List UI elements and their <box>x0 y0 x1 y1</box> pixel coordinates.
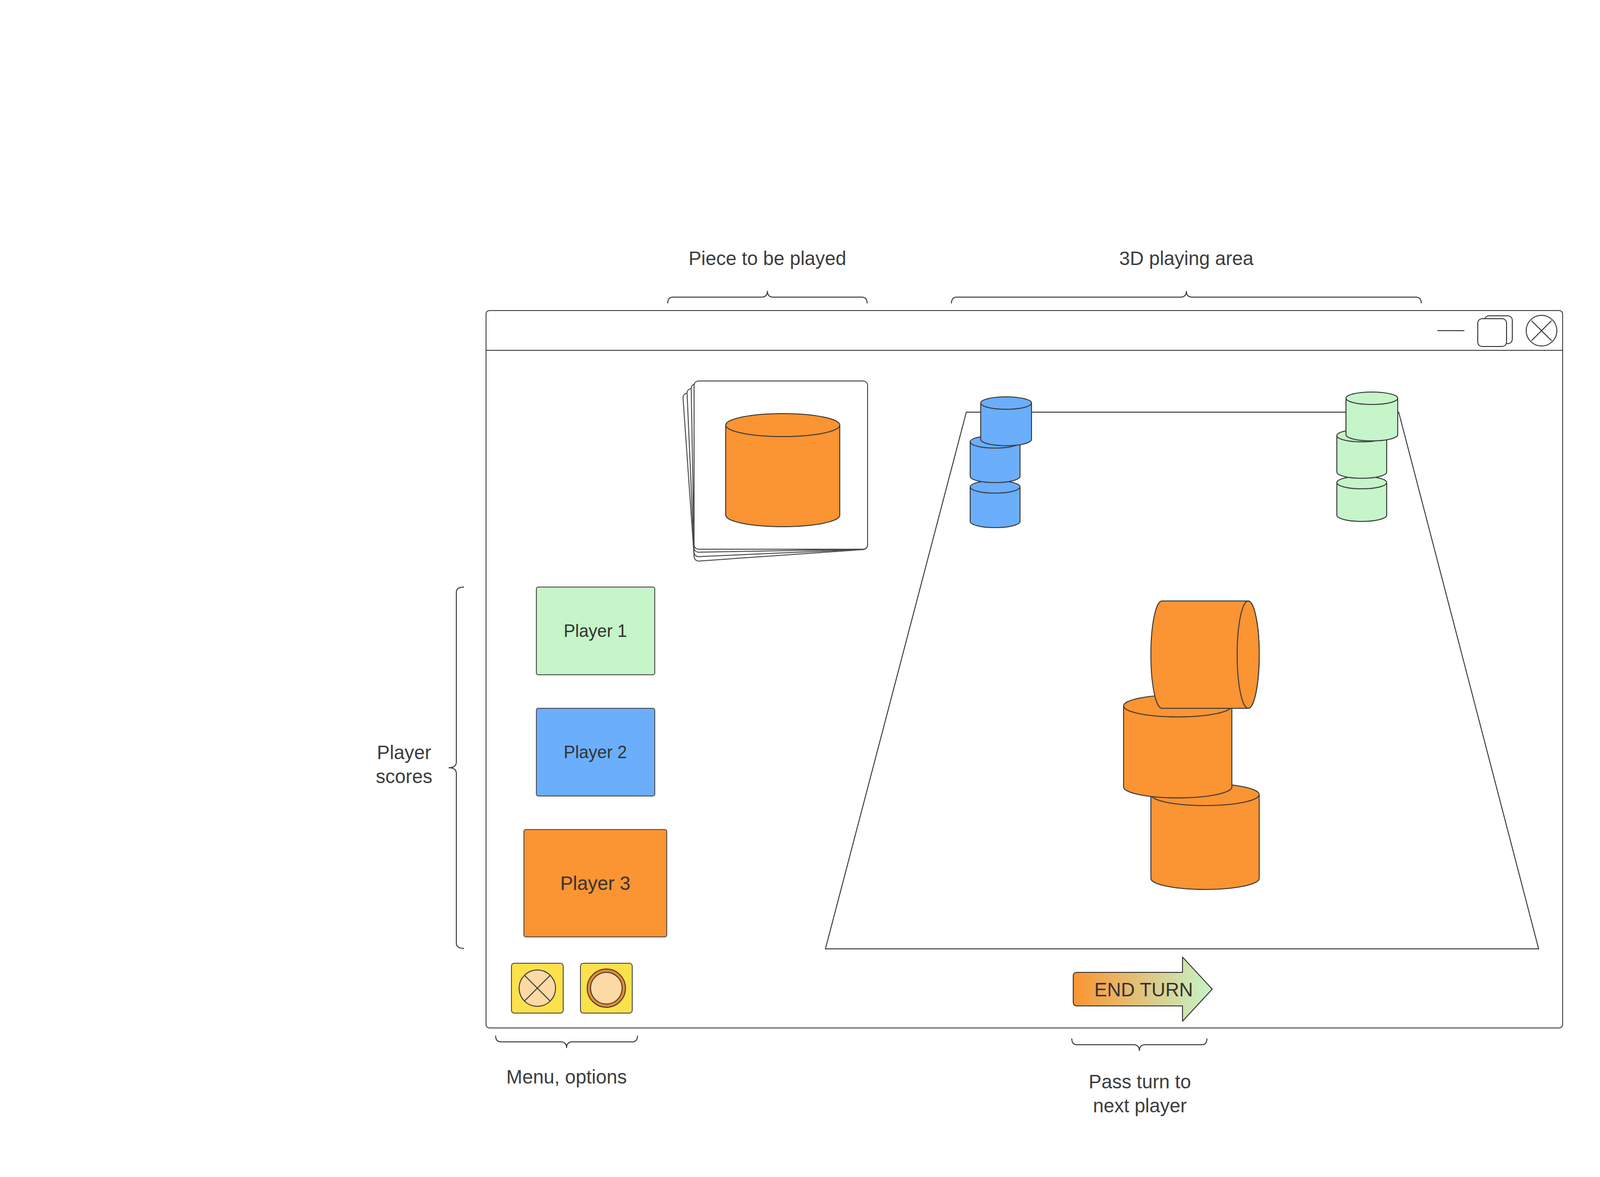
player-card: Player 2 <box>535 707 656 797</box>
game-area: Player 1 Player 2 Player 3 END TURN <box>486 350 1563 1028</box>
title-bar <box>486 311 1563 351</box>
area-annotation: 3D playing area <box>950 246 1422 271</box>
player-scores: Player 1 Player 2 Player 3 <box>523 586 668 938</box>
cylinder-piece-icon <box>1335 475 1389 523</box>
piece-card-deck <box>693 380 869 550</box>
pass-annotation: Pass turn to next player <box>1072 1069 1207 1118</box>
close-icon <box>1524 313 1559 348</box>
pass-brace <box>1071 1038 1208 1052</box>
close-button[interactable] <box>1524 313 1559 348</box>
quit-button[interactable] <box>510 962 564 1014</box>
minimize-icon <box>1436 316 1466 346</box>
game-piece[interactable] <box>1344 390 1400 443</box>
cylinder-piece-icon <box>968 479 1022 530</box>
game-piece[interactable] <box>1149 599 1261 710</box>
menu-options <box>510 962 633 1014</box>
piece-brace <box>667 290 868 304</box>
close-circle-icon <box>517 968 558 1009</box>
game-piece[interactable] <box>1149 782 1261 892</box>
cylinder-piece-icon <box>724 412 842 529</box>
player-score[interactable]: Player 3 <box>523 829 668 938</box>
player-name: Player 1 <box>563 618 627 645</box>
cylinder-piece-icon <box>1122 693 1234 800</box>
restore-icon <box>1475 313 1515 348</box>
area-brace <box>950 290 1422 304</box>
record-circle-icon <box>585 967 628 1010</box>
cylinder-piece-icon <box>1149 599 1261 710</box>
scores-brace <box>448 586 465 950</box>
end-turn-label: END TURN <box>1078 972 1209 1008</box>
game-piece[interactable] <box>979 395 1033 448</box>
player-name: Player 2 <box>563 739 627 766</box>
player-score[interactable]: Player 1 <box>535 586 656 676</box>
cylinder-piece-icon <box>979 395 1033 448</box>
menu-brace <box>495 1035 638 1049</box>
piece-card[interactable] <box>693 380 869 550</box>
options-button[interactable] <box>579 962 633 1014</box>
menu-annotation: Menu, options <box>495 1065 638 1090</box>
game-window: Player 1 Player 2 Player 3 END TURN <box>485 310 1564 1029</box>
player-card: Player 3 <box>523 829 668 938</box>
game-piece[interactable] <box>968 479 1022 530</box>
next-piece <box>724 412 842 529</box>
player-card: Player 1 <box>535 586 656 676</box>
end-turn-button[interactable]: END TURN <box>1072 956 1214 1023</box>
minimize-button[interactable] <box>1436 316 1466 346</box>
scores-annotation: Player scores <box>368 740 441 789</box>
game-piece[interactable] <box>1335 475 1389 523</box>
piece-annotation: Piece to be played <box>667 246 868 271</box>
cylinder-piece-icon <box>1344 390 1400 443</box>
game-piece[interactable] <box>1122 693 1234 800</box>
maximize-button[interactable] <box>1475 313 1515 348</box>
player-name: Player 3 <box>560 869 631 898</box>
playing-area[interactable] <box>824 411 1540 951</box>
player-score[interactable]: Player 2 <box>535 707 656 797</box>
wireframe-canvas: Piece to be played 3D playing area Player … <box>0 0 1600 1177</box>
cylinder-piece-icon <box>1149 782 1261 892</box>
